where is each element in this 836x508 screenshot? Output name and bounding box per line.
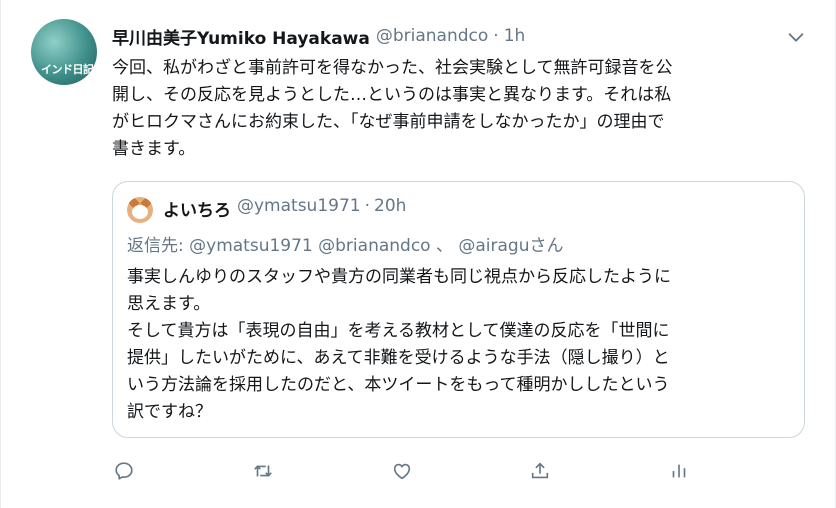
separator-dot: · (493, 26, 499, 46)
tweet-text: 今回、私がわざと事前許可を得なかった、社会実験として無許可録音を公 開し、その反… (112, 58, 673, 159)
quoted-timestamp: 20h (374, 196, 407, 216)
quoted-author-handle: @ymatsu1971 (237, 196, 361, 216)
replying-prefix: 返信先: (127, 236, 190, 256)
author-handle[interactable]: @brianandco (376, 26, 488, 46)
tweet-timestamp[interactable]: 1h (504, 26, 526, 46)
retweet-icon[interactable] (248, 456, 278, 486)
tweet-header: 早川由美子Yumiko Hayakawa @brianandco · 1h (112, 24, 526, 49)
like-icon[interactable] (387, 456, 417, 486)
analytics-icon[interactable] (664, 456, 694, 486)
quoted-avatar[interactable] (127, 197, 153, 223)
replying-suffix: さん (529, 236, 564, 256)
quoted-tweet[interactable]: よいちろ @ymatsu1971 · 20h 返信先: @ymatsu1971 … (112, 181, 805, 438)
replying-to: 返信先: @ymatsu1971 @brianandco 、 @airaguさん (127, 231, 564, 256)
quoted-text: 事実しんゆりのスタッフや貴方の同業者も同じ視点から反応したように 思えます。 そ… (127, 267, 671, 422)
tweet[interactable]: インド日記 早川由美子Yumiko Hayakawa @brianandco ·… (0, 0, 836, 508)
share-icon[interactable] (525, 456, 555, 486)
reply-icon[interactable] (109, 456, 139, 486)
avatar[interactable]: インド日記 (31, 19, 97, 85)
quoted-separator-dot: · (364, 196, 371, 216)
chevron-down-icon[interactable] (785, 26, 807, 48)
avatar-text: インド日記 (41, 63, 94, 76)
quoted-author-name: よいちろ (163, 201, 231, 221)
author-name[interactable]: 早川由美子Yumiko Hayakawa (112, 24, 370, 49)
replying-handles[interactable]: @ymatsu1971 @brianandco 、 @airagu (189, 236, 529, 256)
action-bar (1, 456, 836, 486)
quoted-header: よいちろ @ymatsu1971 · 20h (163, 196, 406, 221)
